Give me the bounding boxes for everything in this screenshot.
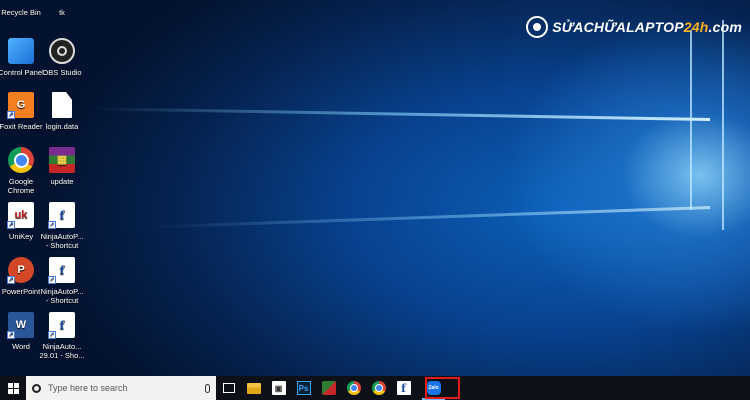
desktop-icon-label: NinjaAuto... 29.01 - Sho... — [39, 342, 85, 360]
facebook-icon: f ↗ — [48, 257, 75, 284]
taskbar-search-box[interactable]: Type here to search — [26, 376, 216, 400]
chrome-icon — [346, 381, 361, 395]
desktop-icon-update[interactable]: ▦ update — [33, 147, 91, 186]
watermark-text: SỬACHỮALAPTOP24h.com — [552, 19, 742, 35]
task-view-icon — [222, 383, 235, 393]
shortcut-arrow-icon: ↗ — [7, 111, 15, 119]
shortcut-arrow-icon: ↗ — [7, 331, 15, 339]
watermark: SỬACHỮALAPTOP24h.com — [526, 14, 742, 40]
chrome-icon — [371, 381, 386, 395]
facebook-icon: f — [396, 381, 411, 395]
word-icon: W ↗ — [7, 312, 34, 339]
shortcut-arrow-icon: ↗ — [7, 221, 15, 229]
search-placeholder: Type here to search — [48, 383, 128, 393]
taskbar-app[interactable] — [316, 376, 341, 400]
photoshop-icon: Ps — [296, 381, 311, 395]
taskbar-task-view-button[interactable] — [216, 376, 241, 400]
control-panel-icon — [8, 38, 34, 64]
taskbar-store[interactable]: ▣ — [266, 376, 291, 400]
wallpaper-light-beam — [90, 107, 711, 121]
file-icon — [49, 0, 75, 4]
desktop-icon-label: NinjaAutoP... - Shortcut — [40, 232, 84, 250]
obs-icon — [49, 38, 75, 64]
unikey-icon: uk ↗ — [7, 202, 34, 229]
powerpoint-icon: P ↗ — [7, 257, 34, 284]
recycle-bin-icon — [8, 0, 34, 4]
file-icon — [52, 92, 72, 118]
desktop-icon-ninjaauto-shortcut-3[interactable]: f ↗ NinjaAuto... 29.01 - Sho... — [33, 312, 91, 360]
store-icon: ▣ — [271, 381, 286, 395]
taskbar-chrome[interactable] — [341, 376, 366, 400]
desktop-icon-ninjaauto-shortcut-2[interactable]: f ↗ NinjaAutoP... - Shortcut — [33, 257, 91, 305]
desktop-icon-tk[interactable]: tk — [33, 0, 91, 17]
facebook-icon: f ↗ — [48, 312, 75, 339]
start-button[interactable] — [0, 376, 26, 400]
desktop-icon-ninjaauto-shortcut-1[interactable]: f ↗ NinjaAutoP... - Shortcut — [33, 202, 91, 250]
taskbar-file-explorer[interactable] — [241, 376, 266, 400]
desktop-icon-label: update — [50, 177, 74, 186]
taskbar: Type here to search ▣ Ps f Zalo — [0, 376, 750, 400]
shortcut-arrow-icon: ↗ — [7, 276, 15, 284]
wallpaper-window-pane — [722, 19, 724, 231]
facebook-icon: f ↗ — [48, 202, 75, 229]
desktop-icon-login-data[interactable]: login.data — [33, 92, 91, 131]
zalo-icon: Zalo — [426, 381, 441, 395]
wallpaper-window-pane — [690, 29, 692, 211]
chrome-icon — [8, 147, 34, 173]
microphone-icon[interactable] — [205, 383, 210, 393]
taskbar-facebook[interactable]: f — [391, 376, 416, 400]
wallpaper-light-beam — [150, 206, 711, 229]
desktop-wallpaper: SỬACHỮALAPTOP24h.com Recycle Bin tk Cont… — [0, 0, 750, 376]
winrar-icon: ▦ — [49, 147, 75, 173]
folder-icon — [246, 382, 261, 394]
desktop-icon-obs-studio[interactable]: OBS Studio — [33, 38, 91, 77]
shortcut-arrow-icon: ↗ — [48, 331, 56, 339]
desktop-icon-label: NinjaAutoP... - Shortcut — [40, 287, 84, 305]
desktop-icon-label: OBS Studio — [42, 68, 82, 77]
shortcut-arrow-icon: ↗ — [48, 221, 56, 229]
taskbar-zalo[interactable]: Zalo — [421, 376, 446, 400]
cortana-icon — [32, 383, 41, 393]
taskbar-photoshop[interactable]: Ps — [291, 376, 316, 400]
taskbar-chrome-2[interactable] — [366, 376, 391, 400]
watermark-logo-icon — [526, 16, 549, 38]
desktop-icon-label: login.data — [45, 122, 79, 131]
shortcut-arrow-icon: ↗ — [48, 276, 56, 284]
foxit-reader-icon: G ↗ — [7, 92, 34, 119]
desktop-icon-label: tk — [59, 8, 65, 17]
app-icon — [321, 381, 336, 395]
windows-logo-icon — [7, 382, 19, 394]
